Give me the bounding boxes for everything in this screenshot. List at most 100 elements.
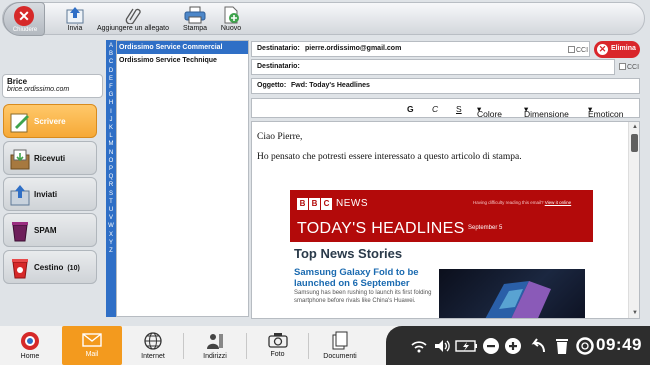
volume-icon[interactable] [433, 337, 451, 355]
trash-count: (10) [67, 265, 80, 272]
alphabet-letter[interactable]: K [106, 124, 116, 132]
delete-label: Elimina [611, 45, 636, 52]
sent-icon [10, 185, 30, 206]
spam-icon [12, 222, 28, 242]
taskbar-label: Mail [85, 351, 99, 358]
alphabet-letter[interactable]: V [106, 214, 116, 222]
scroll-up-icon[interactable]: ▲ [632, 124, 638, 130]
wifi-icon[interactable] [410, 337, 428, 355]
camera-icon [267, 333, 288, 348]
folding-phone-image [485, 281, 551, 318]
taskbar-label: Foto [270, 351, 285, 358]
bold-button[interactable]: G [407, 104, 414, 114]
delete-button[interactable]: ✕ Elimina [594, 41, 640, 58]
bbc-logo: BBC [297, 198, 333, 210]
message-scrollbar[interactable]: ▲ ▼ [628, 122, 639, 318]
alphabet-letter[interactable]: C [106, 58, 116, 66]
folder-inviati[interactable]: Inviati [3, 177, 97, 211]
alphabet-letter[interactable]: Y [106, 239, 116, 247]
cc-field[interactable]: Destinatario: [251, 59, 615, 75]
contact-list: Ordissimo Service Commercial Ordissimo S… [116, 40, 249, 317]
taskbar-internet[interactable]: Internet [124, 326, 182, 365]
alphabet-letter[interactable]: Z [106, 247, 116, 255]
alphabet-letter[interactable]: M [106, 140, 116, 148]
message-body[interactable]: Ciao Pierre, Ho pensato che potresti ess… [251, 121, 640, 319]
user-account-card[interactable]: Brice brice.ordissimo.com [2, 74, 103, 98]
battery-icon[interactable] [455, 337, 479, 355]
help-lifebuoy-icon[interactable] [576, 337, 594, 355]
emoticon-dropdown[interactable]: Emoticon ▾ [588, 104, 623, 119]
back-arrow-icon[interactable] [530, 337, 548, 355]
alphabet-letter[interactable]: E [106, 75, 116, 83]
print-button[interactable]: Stampa [178, 6, 212, 36]
user-email: brice.ordissimo.com [7, 86, 70, 93]
attach-button[interactable]: Aggiungere un allegato [94, 6, 172, 36]
recipient-label: Destinatario: [257, 45, 300, 52]
zoom-in-icon[interactable] [504, 337, 522, 355]
taskbar-label: Internet [141, 353, 165, 360]
contact-item[interactable]: Ordissimo Service Commercial [117, 41, 248, 54]
difficulty-notice: Having difficulty reading this email? Vi… [473, 200, 572, 205]
alphabet-letter[interactable]: N [106, 149, 116, 157]
recipient-value: pierre.ordissimo@gmail.com [305, 45, 402, 52]
alphabet-letter[interactable]: T [106, 198, 116, 206]
alphabet-letter[interactable]: U [106, 206, 116, 214]
alphabet-letter[interactable]: I [106, 108, 116, 116]
view-online-link[interactable]: View it online [545, 200, 571, 205]
alphabet-letter[interactable]: O [106, 157, 116, 165]
folder-cestino[interactable]: Cestino (10) [3, 250, 97, 284]
scroll-down-icon[interactable]: ▼ [632, 310, 638, 316]
alphabet-letter[interactable]: G [106, 91, 116, 99]
send-button[interactable]: Invia [57, 6, 93, 36]
message-text: Ho pensato che potresti essere interessa… [257, 152, 522, 162]
print-label: Stampa [182, 25, 208, 32]
alphabet-letter[interactable]: X [106, 231, 116, 239]
alphabet-letter[interactable]: Q [106, 173, 116, 181]
alphabet-letter[interactable]: B [106, 50, 116, 58]
alphabet-letter[interactable]: W [106, 222, 116, 230]
alphabet-letter[interactable]: P [106, 165, 116, 173]
address-book-icon [207, 334, 223, 349]
alphabet-letter[interactable]: L [106, 132, 116, 140]
cci-checkbox[interactable]: CCI [568, 46, 588, 54]
new-button[interactable]: Nuovo [216, 6, 246, 36]
story-description: Samsung has been rushing to launch its f… [294, 290, 432, 304]
subject-value: Fwd: Today's Headlines [291, 82, 370, 89]
contact-item[interactable]: Ordissimo Service Technique [117, 54, 248, 67]
scrollbar-thumb[interactable] [631, 134, 638, 152]
taskbar-trash-icon[interactable] [553, 337, 571, 355]
alphabet-letter[interactable]: D [106, 67, 116, 75]
send-label: Invia [67, 25, 83, 32]
story-title-link[interactable]: Samsung Galaxy Fold to be launched on 6 … [294, 267, 434, 289]
taskbar-indirizzi[interactable]: Indirizzi [185, 326, 245, 365]
taskbar-documenti[interactable]: Documenti [310, 326, 370, 365]
alphabet-letter[interactable]: H [106, 99, 116, 107]
taskbar-mail[interactable]: Mail [62, 326, 122, 365]
zoom-out-icon[interactable] [482, 337, 500, 355]
alphabet-letter[interactable]: R [106, 181, 116, 189]
alphabet-letter[interactable]: S [106, 190, 116, 198]
close-label: Chiudere [12, 27, 38, 33]
color-dropdown[interactable]: Colore ▾ [477, 104, 502, 119]
subject-field[interactable]: Oggetto: Fwd: Today's Headlines [251, 78, 640, 94]
underline-button[interactable]: S [456, 104, 462, 114]
news-brand: NEWS [336, 198, 368, 209]
folder-ricevuti[interactable]: Ricevuti [3, 141, 97, 175]
alphabet-letter[interactable]: A [106, 42, 116, 50]
clock: 09:49 [596, 335, 642, 354]
subject-label: Oggetto: [257, 82, 287, 89]
alphabet-letter[interactable]: J [106, 116, 116, 124]
story-image[interactable] [439, 269, 585, 318]
alphabet-letter[interactable]: F [106, 83, 116, 91]
folder-spam[interactable]: SPAM [3, 213, 97, 247]
cci-checkbox-2[interactable]: CCI [619, 63, 639, 71]
italic-button[interactable]: C [432, 104, 438, 114]
taskbar-home[interactable]: Home [0, 326, 60, 365]
taskbar-foto[interactable]: Foto [248, 326, 307, 365]
size-dropdown[interactable]: Dimensione ▾ [524, 104, 569, 119]
recipient-field[interactable]: Destinatario: pierre.ordissimo@gmail.com… [251, 41, 590, 57]
headline-date: September 5 [468, 225, 503, 231]
format-bar: G C S Colore ▾ Dimensione ▾ Emoticon ▾ [251, 98, 640, 119]
folder-scrivere[interactable]: Scrivere [3, 104, 97, 138]
close-button[interactable]: ✕ Chiudere [3, 2, 45, 36]
